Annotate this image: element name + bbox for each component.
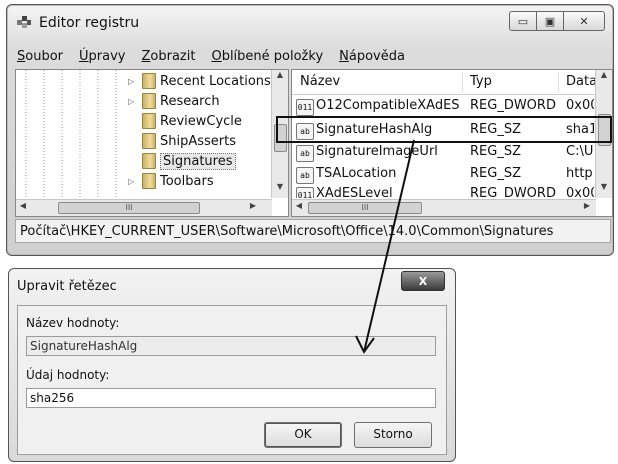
window-title: Editor registru <box>39 15 140 31</box>
column-header-name[interactable]: Název <box>300 74 340 89</box>
value-type: REG_SZ <box>470 166 521 181</box>
menu-upravy[interactable]: Úpravy <box>77 47 127 67</box>
window-title-bar: Editor registru <box>15 13 139 33</box>
string-value-icon: ab <box>296 167 314 184</box>
value-type: REG_DWORD <box>470 186 556 198</box>
minimize-icon: ▭ <box>517 14 529 28</box>
column-header-data[interactable]: Data <box>566 74 597 89</box>
value-data: 0x000 <box>566 186 594 198</box>
tree-item-reviewcycle[interactable]: ReviewCycle <box>128 112 242 130</box>
edit-string-dialog: Upravit řetězec X Název hodnoty: Signatu… <box>8 268 456 462</box>
status-bar-path: Počítač\HKEY_CURRENT_USER\Software\Micro… <box>15 219 611 243</box>
expand-arrow-icon[interactable]: ▷ <box>128 97 138 106</box>
list-row[interactable]: ab TSALocation REG_SZ http:/ <box>292 164 594 186</box>
scroll-down-icon[interactable]: ▼ <box>272 182 288 196</box>
tree-guide-lines <box>25 70 117 198</box>
folder-icon <box>142 133 156 149</box>
menu-zobrazit[interactable]: Zobrazit <box>139 47 197 67</box>
scroll-right-icon[interactable]: ▶ <box>580 201 594 210</box>
minimize-button[interactable]: ▭ <box>509 11 537 31</box>
value-name-label: Název hodnoty: <box>26 316 120 330</box>
value-name: O12CompatibleXAdES <box>316 98 460 113</box>
list-horizontal-scrollbar[interactable]: ◀ III ▶ <box>292 199 596 216</box>
scroll-down-icon[interactable]: ▼ <box>596 182 612 196</box>
column-divider[interactable] <box>462 72 463 92</box>
scroll-thumb[interactable]: III <box>58 202 200 214</box>
folder-icon <box>142 153 156 169</box>
tree-item-label: ShipAsserts <box>160 133 237 149</box>
tree-item-toolbars[interactable]: ▷ Toolbars <box>128 172 214 190</box>
close-icon: X <box>418 274 428 288</box>
folder-icon <box>142 93 156 109</box>
caption-buttons: ▭ ▣ ✕ <box>509 11 605 31</box>
list-row[interactable]: 011 O12CompatibleXAdES REG_DWORD 0x0000 <box>292 96 594 118</box>
scroll-left-icon[interactable]: ◀ <box>16 201 30 210</box>
scroll-left-icon[interactable]: ◀ <box>292 201 306 210</box>
value-data: http:/ <box>566 166 594 181</box>
tree-item-label: ReviewCycle <box>160 113 242 129</box>
registry-editor-icon <box>17 16 31 28</box>
dialog-body: Název hodnoty: SignatureHashAlg Údaj hod… <box>17 305 447 455</box>
tree-item-label: Signatures <box>160 152 236 170</box>
scroll-right-icon[interactable]: ▶ <box>246 201 260 210</box>
value-type: REG_SZ <box>470 144 521 159</box>
dialog-title: Upravit řetězec <box>17 279 117 294</box>
maximize-button[interactable]: ▣ <box>536 11 564 31</box>
expand-arrow-icon[interactable]: ▷ <box>128 77 138 86</box>
list-row[interactable]: ab SignatureImageUrl REG_SZ C:\Us <box>292 142 594 164</box>
tree-item-shipasserts[interactable]: ShipAsserts <box>128 132 236 150</box>
key-tree-pane[interactable]: ▷ Recent Locations ▷ Research ReviewCycl… <box>15 69 289 217</box>
folder-icon <box>142 73 156 89</box>
list-header: Název Typ Data <box>292 70 612 95</box>
tree-horizontal-scrollbar[interactable]: ◀ III ▶ <box>16 199 272 216</box>
tree-item-label: Recent Locations <box>160 73 271 89</box>
value-data: C:\Us <box>566 144 594 159</box>
values-list-pane[interactable]: Název Typ Data 011 O12CompatibleXAdES RE… <box>291 69 613 217</box>
cancel-button[interactable]: Storno <box>354 422 432 448</box>
value-data-label: Údaj hodnoty: <box>26 368 110 382</box>
highlight-box <box>276 116 612 143</box>
close-button[interactable]: ✕ <box>563 11 605 31</box>
value-data: 0x0000 <box>566 98 594 113</box>
close-icon: ✕ <box>579 14 589 28</box>
dialog-close-button[interactable]: X <box>401 271 445 291</box>
tree-item-label: Research <box>160 93 220 109</box>
expand-arrow-icon[interactable]: ▷ <box>128 177 138 186</box>
menu-napoveda[interactable]: Nápověda <box>337 47 407 67</box>
list-row[interactable]: 011 XAdESLevel REG_DWORD 0x000 <box>292 184 594 198</box>
value-name: XAdESLevel <box>316 186 393 198</box>
value-name: TSALocation <box>316 166 397 181</box>
value-type: REG_DWORD <box>470 98 556 113</box>
tree-item-signatures[interactable]: Signatures <box>128 152 236 170</box>
value-name: SignatureImageUrl <box>316 144 438 159</box>
scroll-thumb[interactable]: III <box>308 202 422 214</box>
tree-item-label: Toolbars <box>160 173 214 189</box>
scroll-up-icon[interactable]: ▲ <box>596 70 612 84</box>
menu-bar: Soubor Úpravy Zobrazit Oblíbené položky … <box>15 47 407 67</box>
menu-oblibene-polozky[interactable]: Oblíbené položky <box>209 47 325 67</box>
value-data-input[interactable]: sha256 <box>26 388 436 408</box>
tree-item-research[interactable]: ▷ Research <box>128 92 220 110</box>
menu-soubor[interactable]: Soubor <box>15 47 65 67</box>
value-name-field: SignatureHashAlg <box>26 336 436 356</box>
folder-icon <box>142 113 156 129</box>
dword-value-icon: 011 <box>296 187 314 198</box>
folder-icon <box>142 173 156 189</box>
column-divider[interactable] <box>558 72 559 92</box>
string-value-icon: ab <box>296 145 314 162</box>
maximize-icon: ▣ <box>544 14 556 28</box>
scroll-up-icon[interactable]: ▲ <box>272 70 288 84</box>
column-header-type[interactable]: Typ <box>470 74 492 89</box>
tree-item-recent-locations[interactable]: ▷ Recent Locations <box>128 72 271 90</box>
ok-button[interactable]: OK <box>264 422 342 448</box>
dword-value-icon: 011 <box>296 99 314 116</box>
